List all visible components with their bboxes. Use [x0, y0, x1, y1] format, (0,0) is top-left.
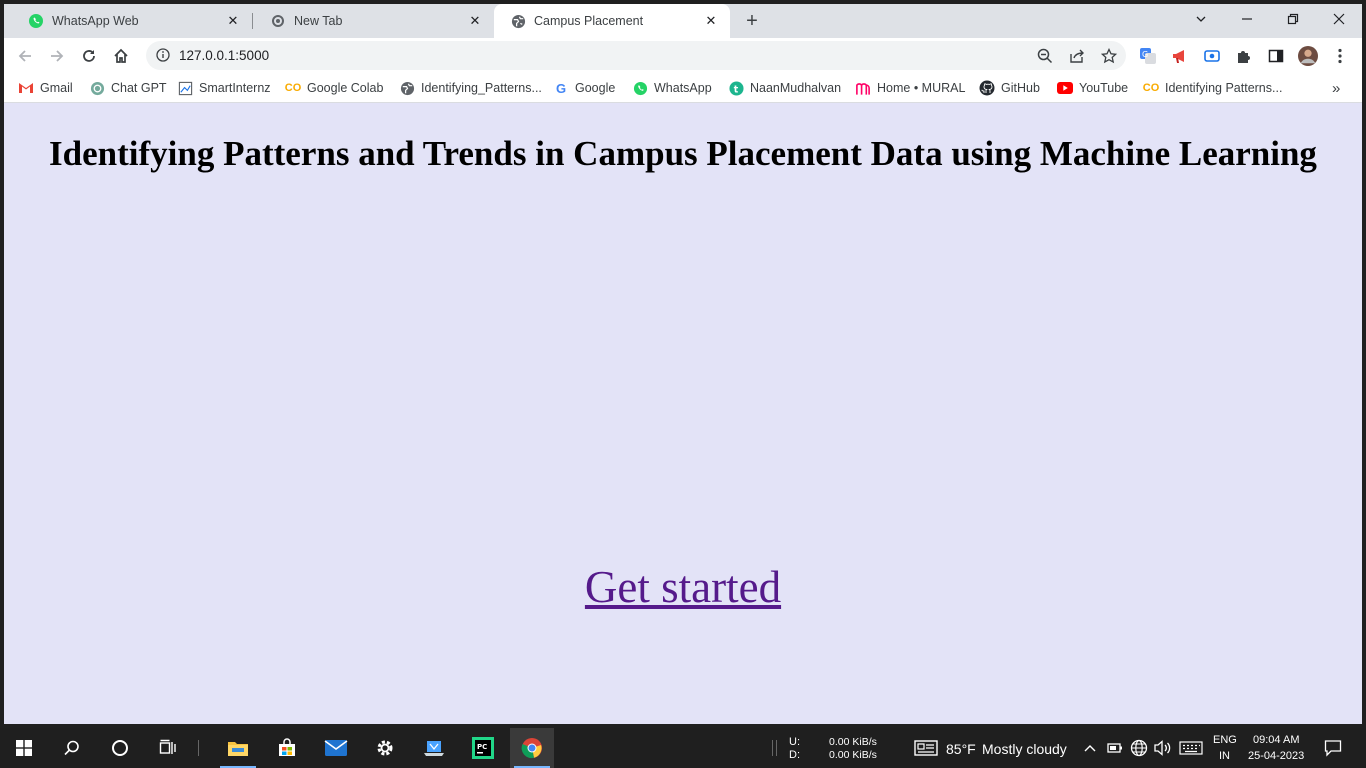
task-view-icon[interactable] [146, 728, 190, 768]
tab-new-tab[interactable]: New Tab ✕ [254, 4, 494, 38]
windows-start-icon[interactable] [2, 728, 46, 768]
naanmudhalvan-icon: t [728, 80, 744, 96]
google-icon: G [555, 80, 567, 96]
bookmarks-bar: Gmail Chat GPT SmartInternz CO Google Co… [4, 73, 1362, 103]
pycharm-icon[interactable]: PC [461, 728, 505, 768]
network-download-label: D: [789, 749, 800, 761]
language-code[interactable]: ENG [1213, 734, 1237, 746]
tab-title: Campus Placement [534, 14, 644, 28]
bookmark-youtube[interactable]: YouTube [1057, 79, 1128, 97]
volume-icon[interactable] [1154, 740, 1172, 761]
close-tab-icon[interactable]: ✕ [702, 12, 720, 30]
network-globe-icon[interactable] [1130, 739, 1148, 762]
svg-text:PC: PC [477, 743, 487, 751]
weather-condition[interactable]: Mostly cloudy [982, 741, 1067, 757]
tab-strip: WhatsApp Web ✕ New Tab ✕ Campus Placemen… [4, 4, 1362, 38]
chrome-newtab-icon [270, 13, 286, 29]
tab-campus-placement[interactable]: Campus Placement ✕ [494, 4, 730, 38]
github-icon [979, 80, 995, 96]
gmail-icon [18, 80, 34, 96]
network-upload-label: U: [789, 736, 800, 748]
new-tab-button[interactable]: + [742, 10, 762, 32]
tab-title: WhatsApp Web [52, 14, 139, 28]
profile-avatar[interactable] [1298, 46, 1318, 66]
settings-gear-icon[interactable] [363, 728, 407, 768]
tab-whatsapp-web[interactable]: WhatsApp Web ✕ [12, 4, 252, 38]
tab-search-button[interactable] [1178, 4, 1224, 34]
page-content: Identifying Patterns and Trends in Campu… [4, 103, 1362, 724]
restore-button[interactable] [1270, 4, 1316, 34]
back-button[interactable] [12, 43, 38, 69]
bookmark-chat-gpt[interactable]: Chat GPT [89, 79, 167, 97]
mural-icon [855, 80, 871, 96]
bookmark-identifying-patterns-2[interactable]: CO Identifying Patterns... [1142, 79, 1283, 97]
network-download-speed: 0.00 KiB/s [829, 749, 877, 761]
bookmark-google-colab[interactable]: CO Google Colab [284, 79, 384, 97]
get-started-link[interactable]: Get started [585, 562, 781, 612]
windows-taskbar: PC U: D: 0.00 KiB/s 0.00 KiB/s 85°F Most… [0, 728, 1366, 768]
svg-text:G: G [1142, 50, 1148, 59]
whatsapp-icon [632, 80, 648, 96]
laptop-app-icon[interactable] [412, 728, 456, 768]
notifications-icon[interactable] [1324, 739, 1342, 762]
bookmark-whatsapp[interactable]: WhatsApp [632, 79, 712, 97]
bookmark-naanmudhalvan[interactable]: t NaanMudhalvan [728, 79, 841, 97]
extensions-puzzle-icon[interactable] [1234, 46, 1254, 66]
browser-window: WhatsApp Web ✕ New Tab ✕ Campus Placemen… [4, 4, 1362, 724]
colab-icon: CO [1142, 82, 1160, 94]
google-translate-icon[interactable]: G [1138, 46, 1158, 66]
chrome-icon[interactable] [510, 728, 554, 768]
home-button[interactable] [108, 43, 134, 69]
info-icon[interactable] [156, 48, 170, 67]
forward-button[interactable] [44, 43, 70, 69]
address-bar[interactable]: 127.0.0.1:5000 [146, 41, 1126, 70]
network-upload-speed: 0.00 KiB/s [829, 736, 877, 748]
close-tab-icon[interactable]: ✕ [466, 12, 484, 30]
minimize-button[interactable] [1224, 4, 1270, 34]
clock-date[interactable]: 25-04-2023 [1248, 750, 1304, 762]
bookmark-smartinternz[interactable]: SmartInternz [177, 79, 271, 97]
microsoft-store-icon[interactable] [265, 728, 309, 768]
weather-temperature[interactable]: 85°F [946, 741, 976, 757]
bookmark-gmail[interactable]: Gmail [18, 79, 73, 97]
keyboard-icon[interactable] [1179, 741, 1203, 760]
megaphone-icon[interactable] [1170, 46, 1190, 66]
smartinternz-icon [177, 80, 193, 96]
bookmark-google[interactable]: G Google [553, 79, 615, 97]
address-text: 127.0.0.1:5000 [179, 48, 270, 63]
language-region[interactable]: IN [1219, 750, 1230, 762]
page-title: Identifying Patterns and Trends in Campu… [49, 134, 1317, 173]
globe-icon [399, 80, 415, 96]
bookmarks-overflow-button[interactable]: » [1332, 79, 1340, 97]
cortana-icon[interactable] [98, 728, 142, 768]
screen-recorder-icon[interactable] [1202, 46, 1222, 66]
globe-icon [510, 13, 526, 29]
search-icon[interactable] [50, 728, 94, 768]
close-window-button[interactable] [1316, 4, 1362, 34]
mail-icon[interactable] [314, 728, 358, 768]
chatgpt-icon [89, 80, 105, 96]
get-started-link-container: Get started [4, 561, 1362, 613]
close-tab-icon[interactable]: ✕ [224, 12, 242, 30]
bookmark-identifying-patterns-1[interactable]: Identifying_Patterns... [399, 79, 542, 97]
show-hidden-icons-chevron-icon[interactable] [1083, 741, 1097, 759]
bookmark-home-mural[interactable]: Home • MURAL [855, 79, 965, 97]
bookmark-star-icon[interactable] [1100, 47, 1118, 65]
svg-text:t: t [733, 84, 738, 95]
whatsapp-icon [28, 13, 44, 29]
file-explorer-icon[interactable] [216, 728, 260, 768]
share-icon[interactable] [1068, 47, 1086, 65]
zoom-icon[interactable] [1036, 47, 1054, 65]
bookmark-github[interactable]: GitHub [979, 79, 1040, 97]
side-panel-icon[interactable] [1266, 46, 1286, 66]
reload-button[interactable] [76, 43, 102, 69]
colab-icon: CO [284, 82, 302, 94]
browser-toolbar: 127.0.0.1:5000 G [4, 38, 1362, 73]
battery-icon[interactable] [1107, 741, 1123, 759]
tab-title: New Tab [294, 14, 343, 28]
clock-time[interactable]: 09:04 AM [1253, 734, 1299, 746]
youtube-icon [1057, 80, 1073, 96]
weather-news-icon[interactable] [914, 740, 938, 761]
menu-kebab-icon[interactable] [1330, 46, 1350, 66]
